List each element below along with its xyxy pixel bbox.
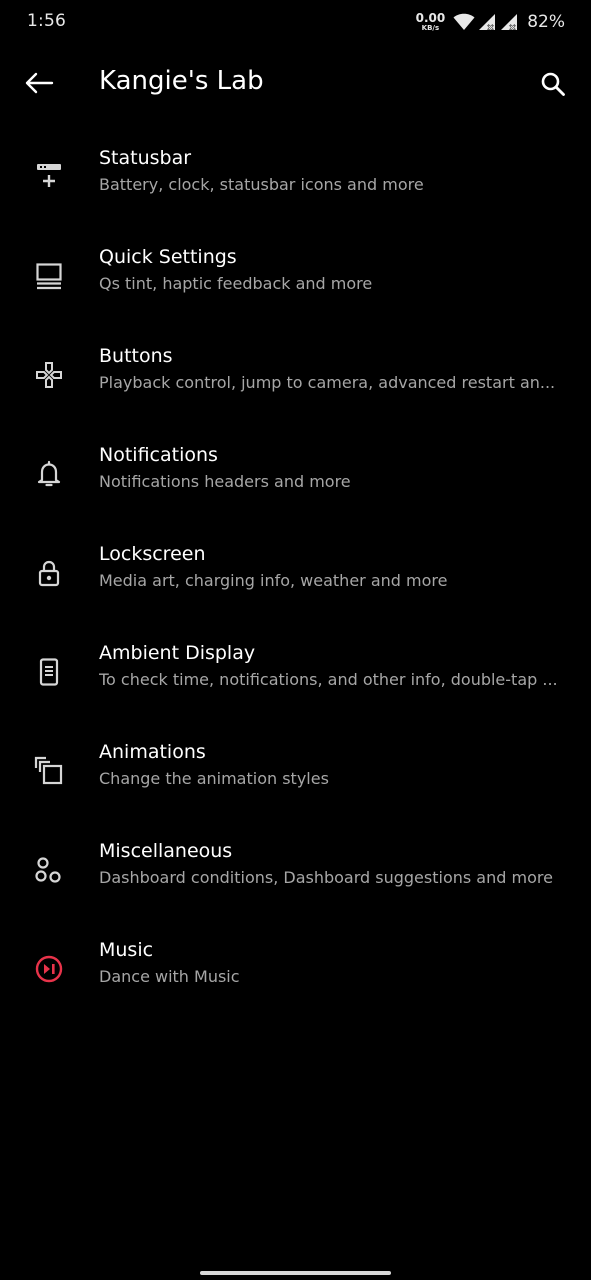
- app-bar: Kangie's Lab: [0, 44, 591, 124]
- navigation-gesture-handle[interactable]: [200, 1271, 391, 1275]
- list-item-quick-settings[interactable]: Quick Settings Qs tint, haptic feedback …: [0, 229, 591, 328]
- item-title: Statusbar: [99, 147, 192, 169]
- back-button[interactable]: [18, 62, 60, 104]
- item-summary: To check time, notifications, and other …: [99, 670, 558, 689]
- item-title: Lockscreen: [99, 543, 206, 565]
- battery-percentage: 82%: [527, 12, 565, 32]
- item-summary: Battery, clock, statusbar icons and more: [99, 175, 424, 194]
- status-bar: 1:56 0.00 KB/s 82%: [0, 0, 591, 44]
- list-item-music[interactable]: Music Dance with Music: [0, 922, 591, 1021]
- wifi-icon: [453, 13, 475, 30]
- item-summary: Dance with Music: [99, 967, 240, 986]
- list-item-statusbar[interactable]: Statusbar Battery, clock, statusbar icon…: [0, 130, 591, 229]
- item-summary: Qs tint, haptic feedback and more: [99, 274, 373, 293]
- item-title: Miscellaneous: [99, 840, 233, 862]
- item-summary: Playback control, jump to camera, advanc…: [99, 373, 556, 392]
- bell-icon: [24, 449, 74, 499]
- statusbar-icon: [24, 152, 74, 202]
- search-button[interactable]: [533, 64, 573, 104]
- item-summary: Dashboard conditions, Dashboard suggesti…: [99, 868, 553, 887]
- animations-icon: [24, 746, 74, 796]
- item-summary: Media art, charging info, weather and mo…: [99, 571, 448, 590]
- cell-signal-icon: [501, 14, 518, 31]
- item-title: Music: [99, 939, 154, 961]
- gamepad-icon: [24, 350, 74, 400]
- music-play-pause-icon: [24, 944, 74, 994]
- item-summary: Change the animation styles: [99, 769, 329, 788]
- item-title: Quick Settings: [99, 246, 237, 268]
- settings-list: Statusbar Battery, clock, statusbar icon…: [0, 130, 591, 1021]
- cell-signal-icon: [479, 14, 496, 31]
- list-item-miscellaneous[interactable]: Miscellaneous Dashboard conditions, Dash…: [0, 823, 591, 922]
- list-item-notifications[interactable]: Notifications Notifications headers and …: [0, 427, 591, 526]
- arrow-back-icon: [25, 72, 54, 94]
- list-item-ambient-display[interactable]: Ambient Display To check time, notificat…: [0, 625, 591, 724]
- item-title: Buttons: [99, 345, 173, 367]
- status-time: 1:56: [27, 11, 66, 31]
- list-item-lockscreen[interactable]: Lockscreen Media art, charging info, wea…: [0, 526, 591, 625]
- item-summary: Notifications headers and more: [99, 472, 351, 491]
- item-title: Ambient Display: [99, 642, 256, 664]
- network-speed-value: 0.00: [415, 11, 446, 25]
- network-speed-unit: KB/s: [421, 24, 440, 32]
- search-icon: [541, 72, 565, 96]
- status-icons: 0.00 KB/s 82%: [416, 9, 565, 35]
- page-title: Kangie's Lab: [99, 66, 264, 96]
- quick-settings-icon: [24, 251, 74, 301]
- misc-circles-icon: [24, 845, 74, 895]
- list-item-buttons[interactable]: Buttons Playback control, jump to camera…: [0, 328, 591, 427]
- network-speed: 0.00 KB/s: [416, 12, 446, 32]
- lock-icon: [24, 548, 74, 598]
- item-title: Notifications: [99, 444, 218, 466]
- item-title: Animations: [99, 741, 206, 763]
- list-item-animations[interactable]: Animations Change the animation styles: [0, 724, 591, 823]
- ambient-display-icon: [24, 647, 74, 697]
